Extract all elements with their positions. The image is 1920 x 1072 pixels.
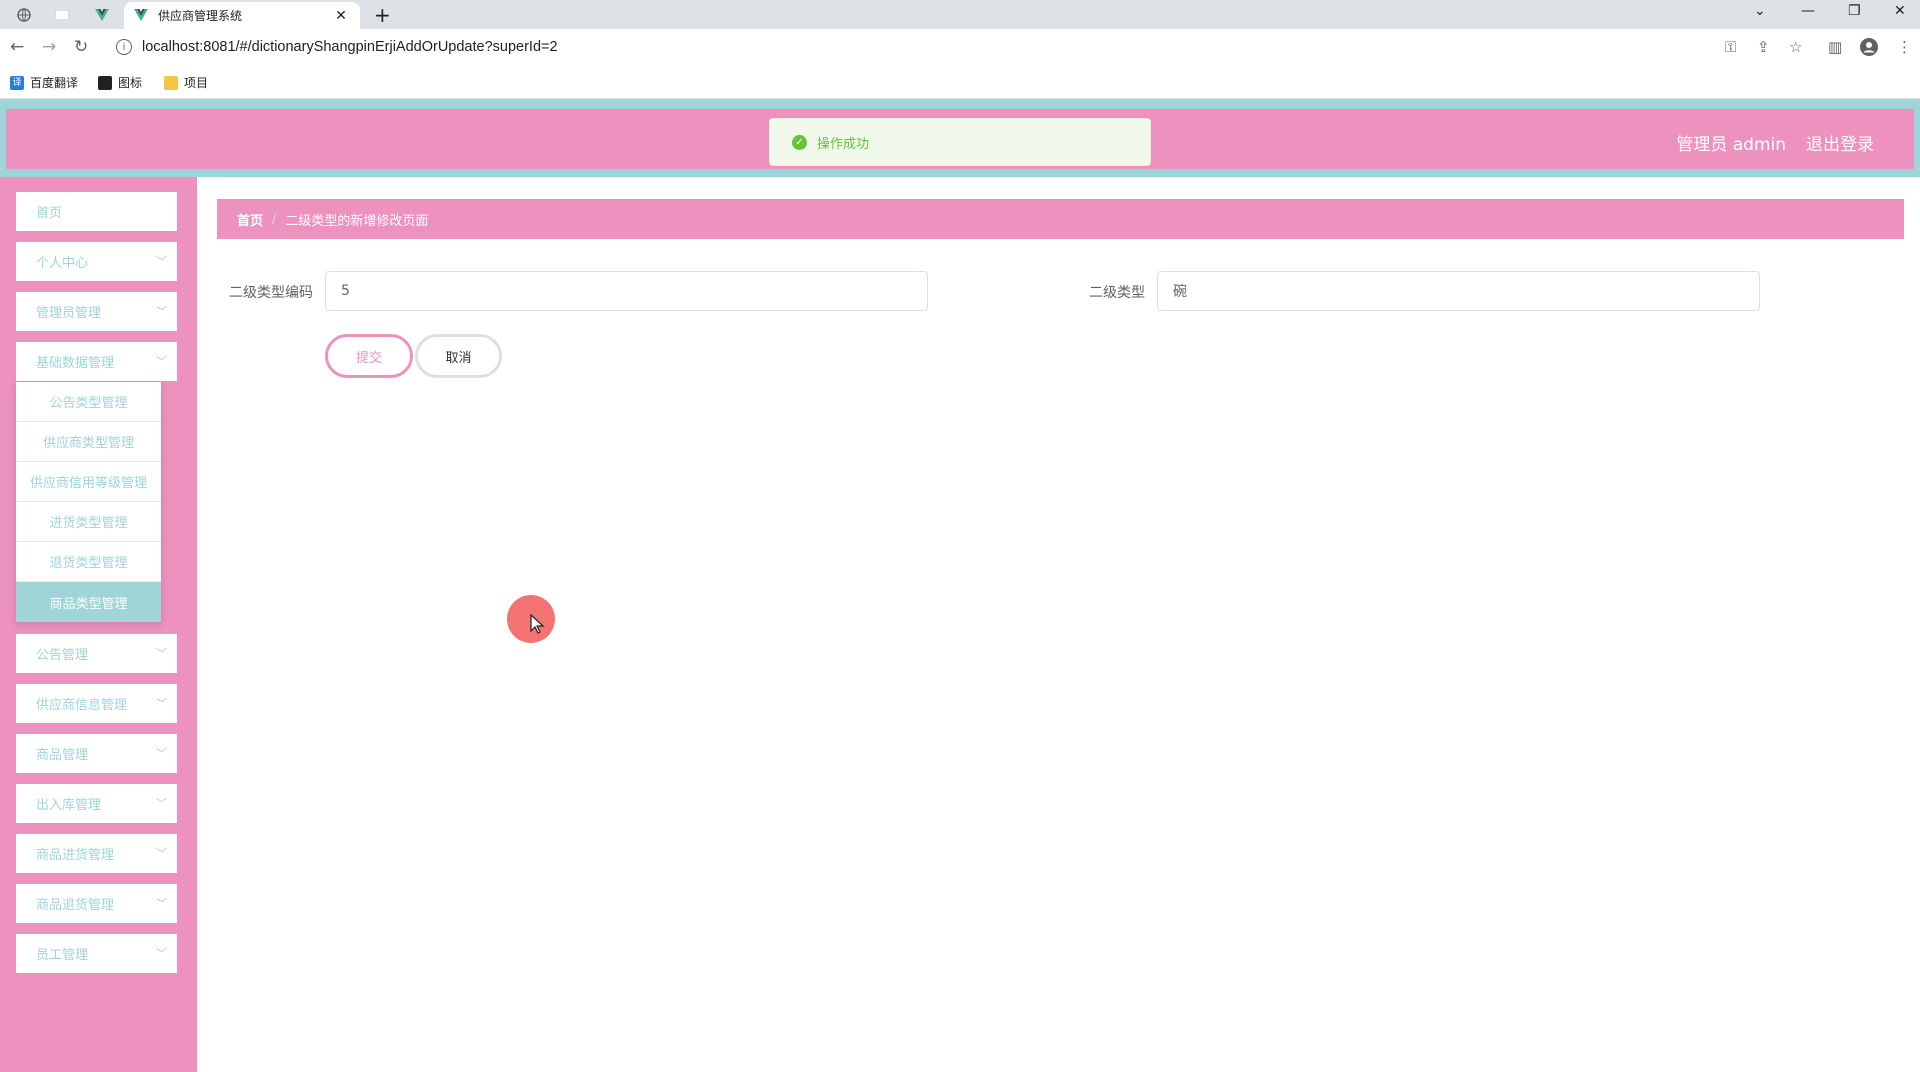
url-text: localhost:8081/#/dictionaryShangpinErjiA… (142, 39, 558, 55)
submenu-item-return-type[interactable]: 退货类型管理 (16, 542, 161, 582)
type-input[interactable]: 碗 (1157, 271, 1760, 311)
sidebar-item-label: 员工管理 (36, 948, 89, 963)
submenu-item-notice-type[interactable]: 公告类型管理 (16, 382, 161, 422)
code-input-value: 5 (341, 283, 350, 299)
breadcrumb: 首页 / 二级类型的新增修改页面 (217, 199, 1904, 239)
breadcrumb-home[interactable]: 首页 (237, 210, 263, 229)
site-info-icon[interactable]: i (116, 39, 132, 55)
sidebar-item-profile[interactable]: 个人中心 ﹀ (16, 242, 177, 281)
chevron-down-icon: ﹀ (156, 797, 167, 810)
code-input[interactable]: 5 (325, 271, 928, 311)
bookmark-icons[interactable]: 图标 (98, 74, 142, 91)
chevron-down-icon: ﹀ (156, 647, 167, 660)
address-bar: ← → ↻ i localhost:8081/#/dictionaryShang… (0, 29, 1920, 66)
share-icon[interactable]: ⇪ (1757, 38, 1770, 56)
reload-icon[interactable]: ↻ (74, 37, 88, 57)
sidebar-item-return[interactable]: 商品退货管理 ﹀ (16, 884, 177, 923)
sidebar-item-label: 商品进货管理 (36, 848, 115, 863)
success-toast: ✓ 操作成功 (769, 118, 1151, 166)
mouse-pointer-icon (530, 613, 545, 638)
submenu-item-goods-type[interactable]: 商品类型管理 (16, 582, 161, 622)
sidebar-item-label: 出入库管理 (36, 798, 102, 813)
minimize-icon[interactable]: — (1801, 3, 1815, 19)
forward-icon[interactable]: → (42, 37, 56, 57)
tab-title: 供应商管理系统 (158, 9, 243, 23)
back-icon[interactable]: ← (10, 37, 24, 57)
side-panel-icon[interactable]: ▥ (1828, 38, 1842, 56)
sidebar-item-purchase[interactable]: 商品进货管理 ﹀ (16, 834, 177, 873)
toast-message: 操作成功 (817, 136, 870, 152)
image-icon (98, 75, 112, 90)
bookmark-project[interactable]: 项目 (164, 74, 208, 91)
sidebar-item-label: 公告管理 (36, 648, 89, 663)
sidebar-item-goods[interactable]: 商品管理 ﹀ (16, 734, 177, 773)
browser-tab-bar: 供应商管理系统 ✕ + ⌄ — ❐ ✕ (0, 0, 1920, 29)
star-icon[interactable]: ☆ (1789, 38, 1802, 56)
sidebar-item-label: 商品退货管理 (36, 898, 115, 913)
bookmark-label: 百度翻译 (30, 76, 79, 90)
chevron-down-icon: ﹀ (156, 847, 167, 860)
app-root: 管理员 admin 退出登录 ✓ 操作成功 首页 个人中心 ﹀ 管理员管理 ﹀ … (0, 99, 1920, 1072)
profile-icon[interactable] (1860, 38, 1878, 60)
chevron-down-icon: ﹀ (156, 747, 167, 760)
vue-logo-icon (134, 6, 148, 25)
sidebar-item-notice[interactable]: 公告管理 ﹀ (16, 634, 177, 673)
sidebar-item-home[interactable]: 首页 (16, 192, 177, 231)
chevron-down-icon: ﹀ (156, 305, 167, 318)
sidebar-item-label: 个人中心 (36, 256, 89, 271)
translate-icon: 译 (10, 75, 24, 90)
tab-search-icon[interactable]: ⌄ (1754, 3, 1766, 19)
submenu-item-credit-level[interactable]: 供应商信用等级管理 (16, 462, 161, 502)
submenu-item-supplier-type[interactable]: 供应商类型管理 (16, 422, 161, 462)
sidebar-item-inout[interactable]: 出入库管理 ﹀ (16, 784, 177, 823)
top-accent-strip (0, 99, 1920, 107)
bookmark-label: 项目 (184, 76, 209, 90)
vue-tab-icon[interactable] (92, 4, 112, 26)
breadcrumb-separator: / (272, 211, 277, 227)
cancel-button[interactable]: 取消 (415, 334, 502, 378)
bookmark-translate[interactable]: 译 百度翻译 (10, 74, 78, 91)
bookmarks-bar: 译 百度翻译 图标 项目 (0, 66, 1920, 99)
submit-button[interactable]: 提交 (325, 334, 413, 378)
active-tab[interactable]: 供应商管理系统 ✕ (124, 2, 360, 29)
sidebar-item-staff[interactable]: 员工管理 ﹀ (16, 934, 177, 973)
blank-tab-icon[interactable] (52, 4, 72, 26)
user-label: 管理员 admin (1676, 135, 1786, 155)
type-label: 二级类型 (1089, 285, 1145, 301)
submenu-item-purchase-type[interactable]: 进货类型管理 (16, 502, 161, 542)
folder-icon (164, 75, 178, 90)
restore-icon[interactable]: ❐ (1848, 3, 1861, 19)
key-icon[interactable]: ⚿ (1725, 38, 1736, 56)
logout-link[interactable]: 退出登录 (1806, 130, 1874, 155)
chevron-down-icon: ﹀ (156, 255, 167, 268)
sidebar-item-label: 供应商信息管理 (36, 698, 128, 713)
sidebar-item-base-data[interactable]: 基础数据管理 ﹀ (16, 342, 177, 381)
new-tab-icon[interactable]: + (374, 3, 391, 27)
chevron-down-icon: ﹀ (156, 697, 167, 710)
code-label: 二级类型编码 (229, 285, 313, 301)
menu-kebab-icon[interactable]: ⋮ (1897, 38, 1912, 56)
sidebar-item-label: 管理员管理 (36, 306, 102, 321)
sidebar-item-label: 商品管理 (36, 748, 89, 763)
sidebar-item-admin[interactable]: 管理员管理 ﹀ (16, 292, 177, 331)
base-data-submenu: 公告类型管理 供应商类型管理 供应商信用等级管理 进货类型管理 退货类型管理 商… (16, 382, 161, 622)
chevron-down-icon: ﹀ (156, 947, 167, 960)
breadcrumb-current: 二级类型的新增修改页面 (285, 213, 429, 229)
sidebar-item-label: 首页 (36, 206, 63, 221)
globe-tab-icon[interactable] (14, 4, 34, 26)
chevron-down-icon: ﹀ (156, 355, 167, 368)
sidebar-item-supplier[interactable]: 供应商信息管理 ﹀ (16, 684, 177, 723)
url-field[interactable]: i localhost:8081/#/dictionaryShangpinErj… (108, 33, 1748, 61)
bookmark-label: 图标 (118, 76, 143, 90)
sidebar: 首页 个人中心 ﹀ 管理员管理 ﹀ 基础数据管理 ﹀ 公告类型管理 供应商类型管… (0, 177, 197, 1072)
tab-close-icon[interactable]: ✕ (332, 8, 350, 24)
check-circle-icon: ✓ (792, 134, 807, 150)
type-input-value: 碗 (1173, 284, 1187, 300)
window-close-icon[interactable]: ✕ (1894, 3, 1906, 19)
sidebar-item-label: 基础数据管理 (36, 356, 115, 371)
chevron-down-icon: ﹀ (156, 897, 167, 910)
